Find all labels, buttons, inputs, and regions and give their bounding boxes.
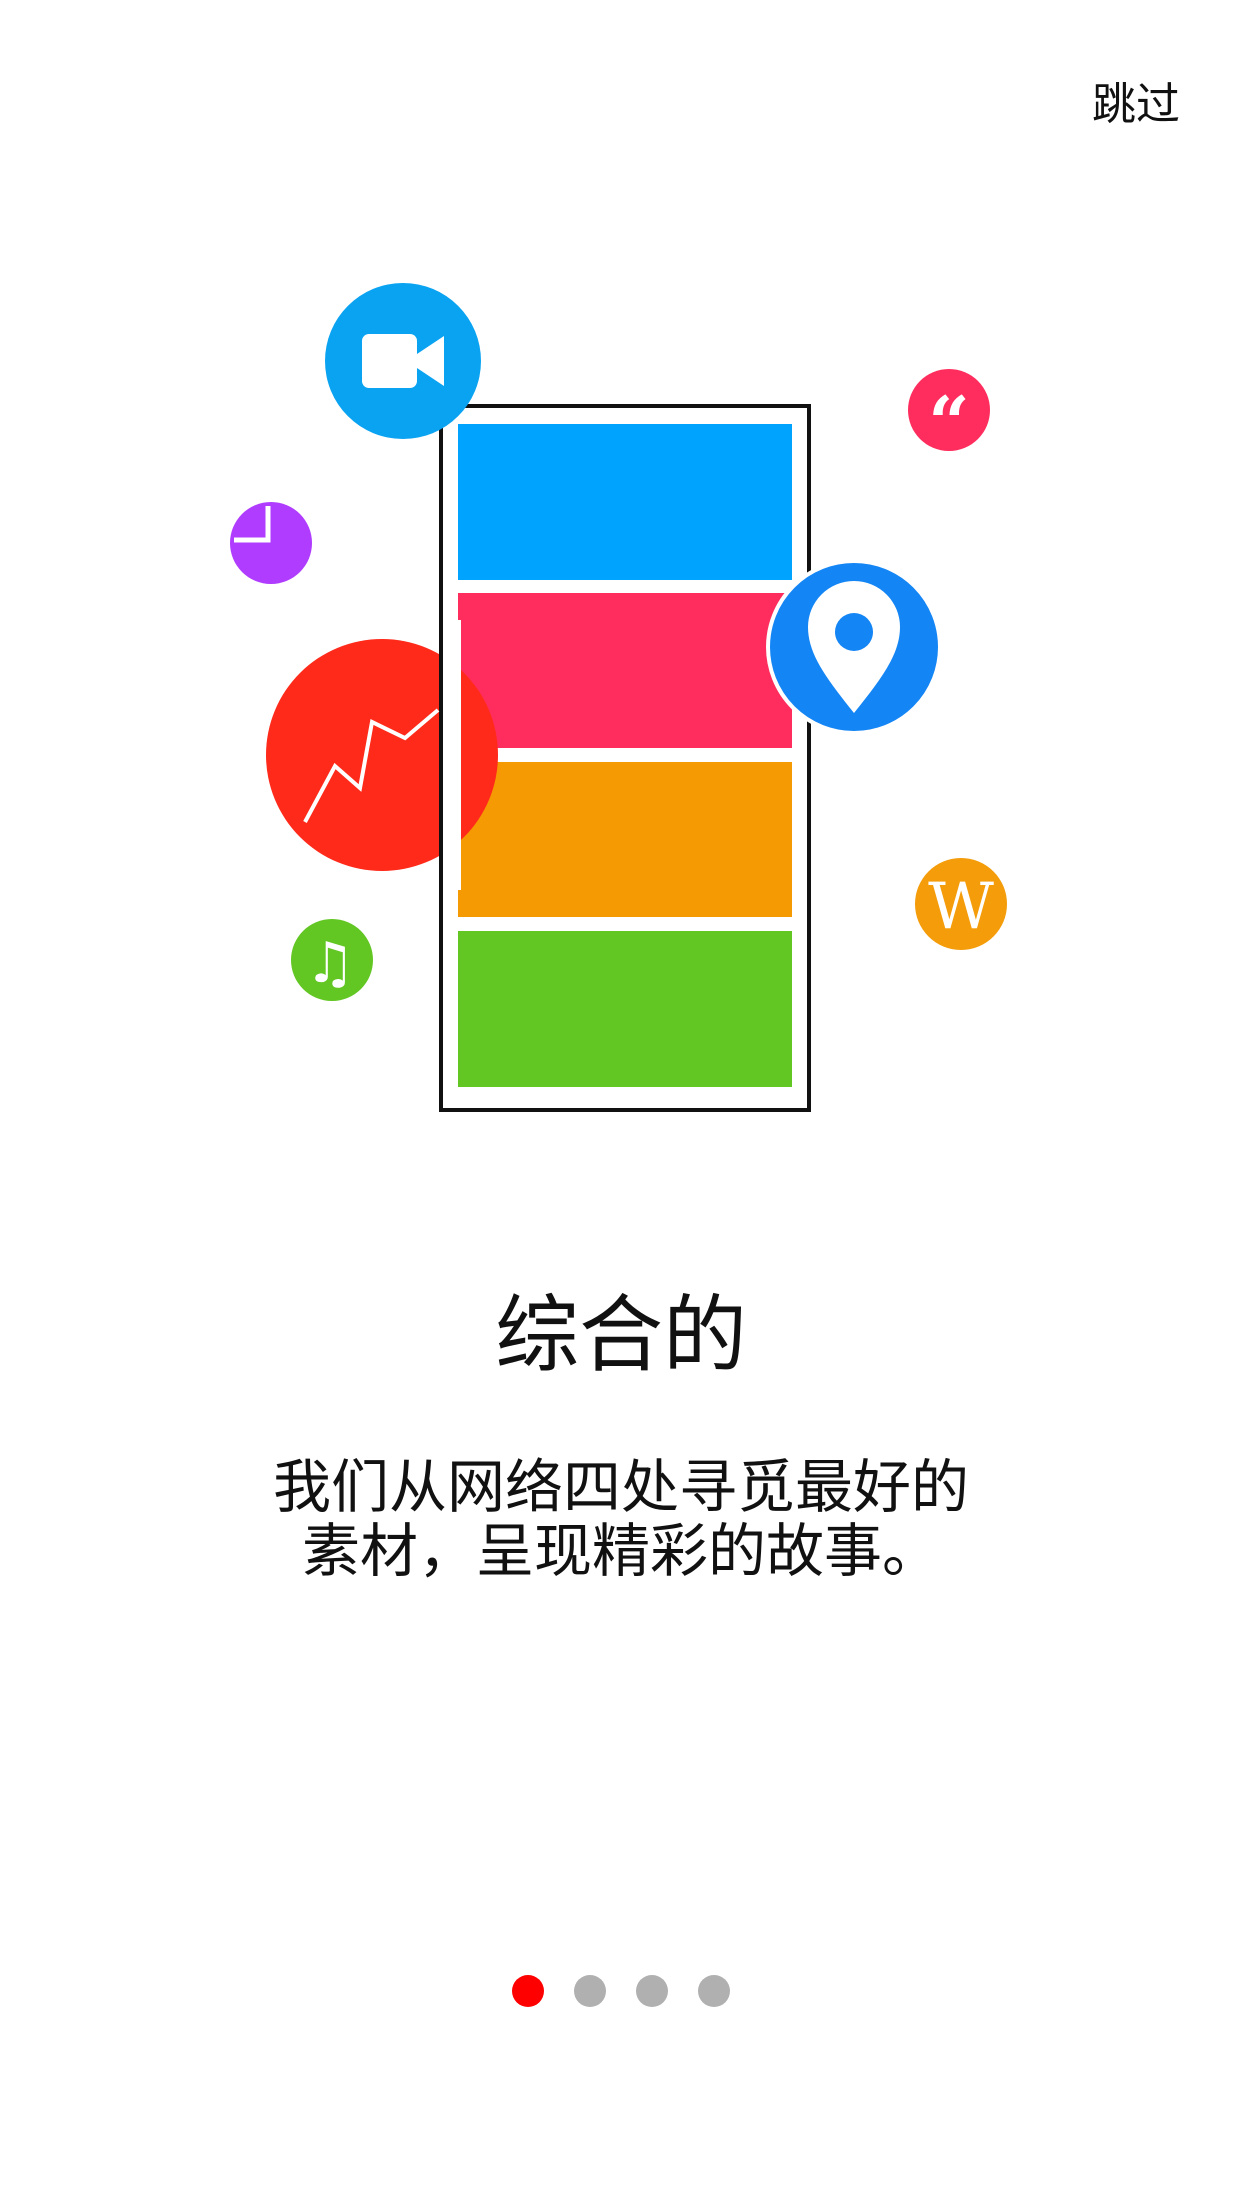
page-dot-3[interactable] [636, 1975, 668, 2007]
svg-text:♫: ♫ [305, 931, 355, 996]
page-dot-1[interactable] [512, 1975, 544, 2007]
description-line-2: 素材，呈现精彩的故事。 [301, 1517, 940, 1585]
music-note-icon: ♫ [291, 919, 373, 1001]
card-blue [458, 424, 792, 580]
page-dot-2[interactable] [574, 1975, 606, 2007]
page-dot-4[interactable] [698, 1975, 730, 2007]
page-title: 综合的 [494, 1286, 747, 1384]
card-red [458, 593, 792, 748]
page-description: 我们从网络四处寻觅最好的 素材，呈现精彩的故事。 [240, 1455, 1002, 1583]
card-orange [458, 762, 792, 917]
svg-text:“: “ [928, 380, 969, 465]
svg-text:W: W [928, 870, 994, 944]
pagination-dots [0, 1975, 1242, 2007]
quote-icon: “ [908, 369, 990, 465]
location-pin-icon [766, 559, 942, 735]
onboarding-illustration: “ W ♫ [230, 283, 1007, 1112]
card-green [458, 931, 792, 1087]
video-camera-icon [325, 283, 481, 439]
description-line-1: 我们从网络四处寻觅最好的 [272, 1453, 969, 1521]
pie-chart-icon [230, 502, 312, 584]
wikipedia-icon: W [915, 858, 1007, 950]
